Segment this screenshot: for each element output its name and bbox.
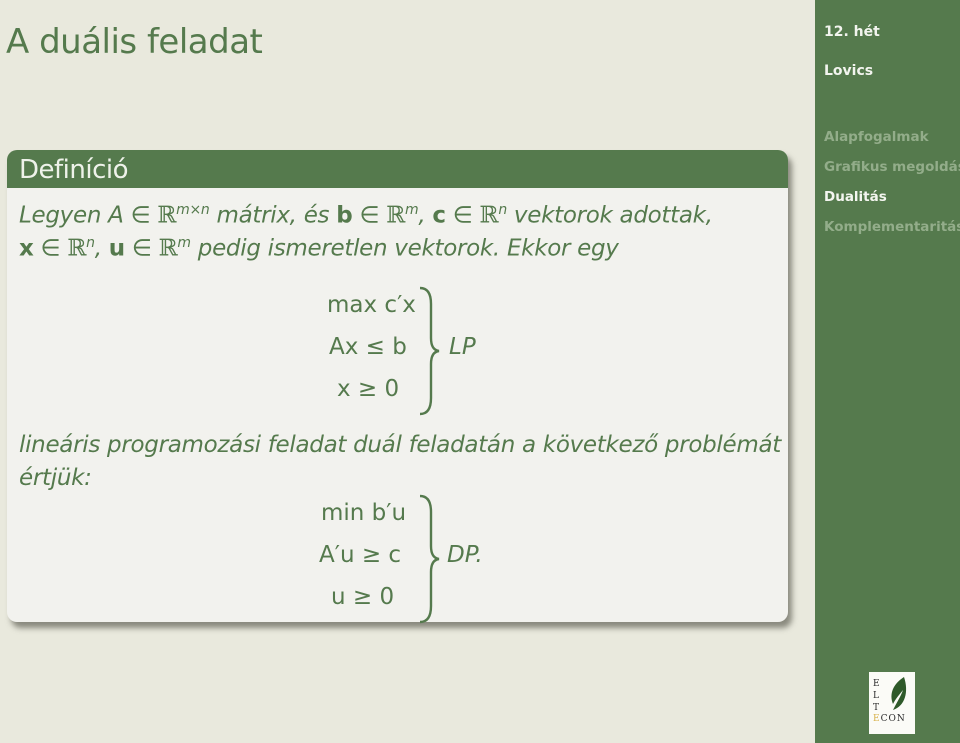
frame-title: A duális feladat [6,22,263,62]
elte-econ-logo: E L T ECON [869,672,915,734]
primal-objective: max c′x [327,292,416,318]
sidebar-item-alapfogalmak[interactable]: Alapfogalmak [824,128,960,158]
sidebar-item-komplementaritas[interactable]: Komplementaritás [824,218,960,248]
definition-line-2: x ∈ ℝn, u ∈ ℝm pedig ismeretlen vektorok… [19,235,619,262]
primal-nonnegativity: x ≥ 0 [337,376,400,402]
definition-block: Definíció Legyen A ∈ ℝm×n mátrix, és b ∈… [7,150,788,624]
definition-title: Definíció [7,150,788,188]
primal-label: LP [449,334,476,360]
dual-label: DP. [447,542,483,568]
sidebar-item-grafikus-megoldas[interactable]: Grafikus megoldás [824,158,960,188]
right-brace-icon [419,494,440,624]
logo-letters: E L T [873,679,880,713]
right-brace-icon [419,286,440,416]
logo-econ: ECON [873,714,906,724]
dual-objective: min b′u [321,500,407,526]
definition-line-1: Legyen A ∈ ℝm×n mátrix, és b ∈ ℝm, c ∈ ℝ… [19,202,713,229]
definition-line-4: értjük: [19,465,92,491]
sidebar-week[interactable]: 12. hét [824,24,880,40]
sidebar-author[interactable]: Lovics [824,63,873,79]
sidebar-nav: Alapfogalmak Grafikus megoldás Dualitás … [824,128,960,248]
primal-constraint: Ax ≤ b [329,334,407,360]
leaf-icon [891,677,907,710]
definition-body: Legyen A ∈ ℝm×n mátrix, és b ∈ ℝm, c ∈ ℝ… [7,188,788,624]
sidebar-item-dualitas[interactable]: Dualitás [824,188,960,218]
slide-main: A duális feladat Definíció Legyen A ∈ ℝm… [0,0,815,743]
sidebar: 12. hét Lovics Alapfogalmak Grafikus meg… [815,0,960,743]
dual-constraint: A′u ≥ c [319,542,402,568]
dual-nonnegativity: u ≥ 0 [331,584,395,610]
definition-line-3: lineáris programozási feladat duál felad… [19,432,781,458]
